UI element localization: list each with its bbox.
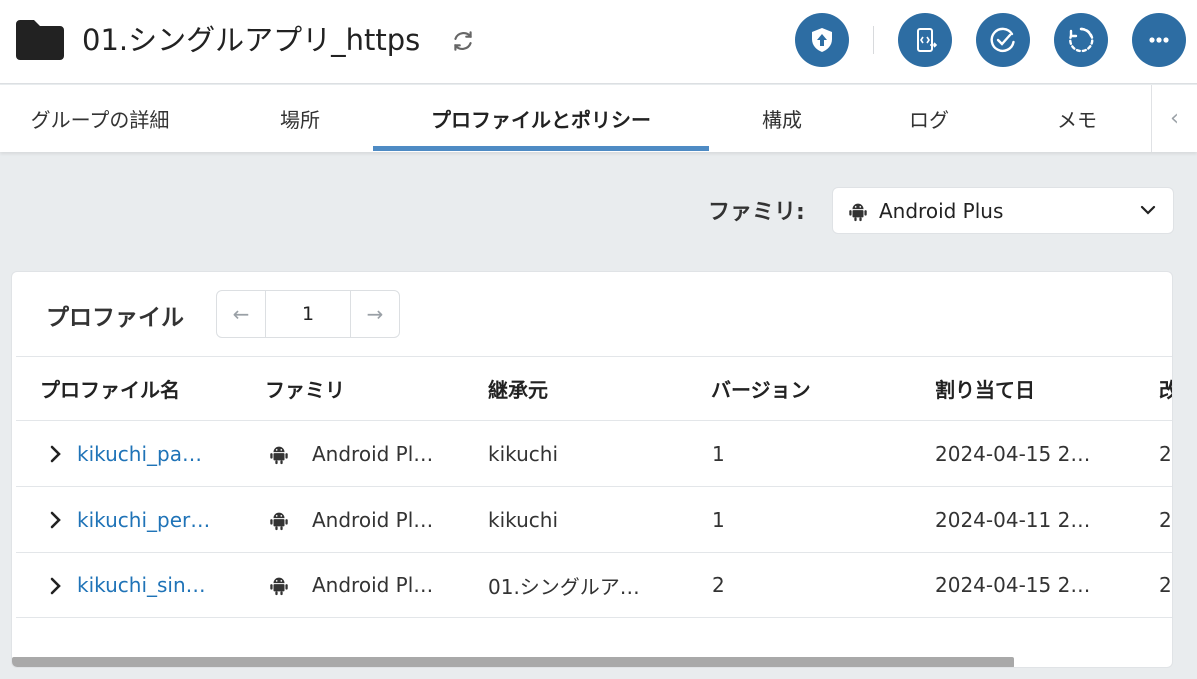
profile-family: Android Pl… [268,421,433,486]
profile-inherited-from: 01.シングルア… [488,574,640,599]
tab-log[interactable]: ログ [855,85,1003,152]
profile-assigned-date: 2024-04-15 2… [935,573,1091,597]
android-icon [270,446,288,464]
tab-profiles-policies[interactable]: プロファイルとポリシー [373,85,709,152]
profile-family: Android Pl… [268,487,433,552]
profile-name-link[interactable]: kikuchi_pa… [77,421,202,486]
column-header-family[interactable]: ファミリ [265,357,345,420]
profile-modified: 2( [1159,573,1172,597]
android-icon [270,512,288,530]
table-row[interactable]: kikuchi_per… Android Pl… kikuchi 1 2024-… [16,486,1172,552]
header-divider [873,26,874,54]
family-select-value: Android Plus [879,198,1004,223]
tab-bar: グループの詳細 場所 プロファイルとポリシー 構成 ログ メモ ‹ [0,85,1197,152]
code-device-icon [917,28,938,52]
profile-version: 1 [712,441,725,466]
pagination: ← 1 → [216,290,400,338]
profile-family-label: Android Pl… [312,507,434,532]
profile-name-link[interactable]: kikuchi_sin… [77,553,206,617]
column-header-inherited[interactable]: 継承元 [488,357,548,420]
column-header-assigned-date[interactable]: 割り当て日 [935,357,1035,420]
column-header-version[interactable]: バージョン [711,357,811,420]
profile-version: 1 [712,507,725,532]
column-header-name[interactable]: プロファイル名 [40,357,180,420]
profile-modified: 2( [1159,441,1172,466]
profile-family-label: Android Pl… [312,441,434,466]
page-title: 01.シングルアプリ_https [82,23,421,57]
code-device-button[interactable] [898,13,952,67]
profile-modified: 2( [1159,507,1172,532]
chevron-down-icon [1140,205,1156,215]
android-icon [270,577,288,596]
folder-icon [16,20,64,60]
profile-family-label: Android Pl… [312,573,434,597]
tab-memo[interactable]: メモ [1003,85,1151,152]
table-row[interactable]: kikuchi_sin… Android Pl… 01.シングルア… 2 202… [16,552,1172,618]
profile-assigned-date: 2024-04-15 2… [935,441,1091,466]
refresh-icon[interactable] [450,28,476,54]
sync-circle-button[interactable] [1054,13,1108,67]
check-circle-button[interactable] [976,13,1030,67]
check-circle-icon [990,27,1015,53]
tab-scroll-left-button[interactable]: ‹ [1151,85,1197,152]
table-row[interactable]: kikuchi_pa… Android Pl… kikuchi 1 2024-0… [16,420,1172,486]
next-page-button[interactable]: → [351,291,399,337]
active-tab-indicator [373,146,709,151]
profile-family: Android Pl… [268,553,433,617]
profile-inherited-from: kikuchi [488,507,559,532]
family-select[interactable]: Android Plus [832,187,1174,234]
profiles-card: プロファイル ← 1 → プロファイル名 ファミリ 継承元 バージョン 割り当て… [11,271,1173,668]
profile-name-link[interactable]: kikuchi_per… [77,487,210,552]
shield-upload-icon [812,28,832,52]
profile-assigned-date: 2024-04-11 2… [935,507,1091,532]
chevron-left-icon: ‹ [1170,106,1179,131]
more-options-button[interactable] [1132,13,1186,67]
sync-circle-icon [1069,27,1094,53]
family-filter-label: ファミリ: [708,200,805,225]
android-icon [849,203,867,221]
horizontal-scrollbar[interactable] [12,657,1014,667]
profiles-title: プロファイル [46,305,184,331]
current-page[interactable]: 1 [266,291,351,337]
profiles-table: プロファイル名 ファミリ 継承元 バージョン 割り当て日 改 kikuchi_p… [16,356,1172,618]
shield-upload-button[interactable] [795,13,849,67]
profile-inherited-from: kikuchi [488,441,559,466]
tab-group-details[interactable]: グループの詳細 [0,85,200,152]
chevron-right-icon[interactable] [48,443,64,465]
prev-page-button[interactable]: ← [217,291,266,337]
more-icon [1149,37,1169,43]
column-header-modified[interactable]: 改 [1159,357,1172,420]
tab-location[interactable]: 場所 [200,85,400,152]
chevron-right-icon[interactable] [48,575,64,597]
table-header-row: プロファイル名 ファミリ 継承元 バージョン 割り当て日 改 [16,356,1172,420]
profile-version: 2 [712,573,725,597]
tab-configuration[interactable]: 構成 [709,85,855,152]
group-header: 01.シングルアプリ_https [0,0,1197,84]
chevron-right-icon[interactable] [48,509,64,531]
